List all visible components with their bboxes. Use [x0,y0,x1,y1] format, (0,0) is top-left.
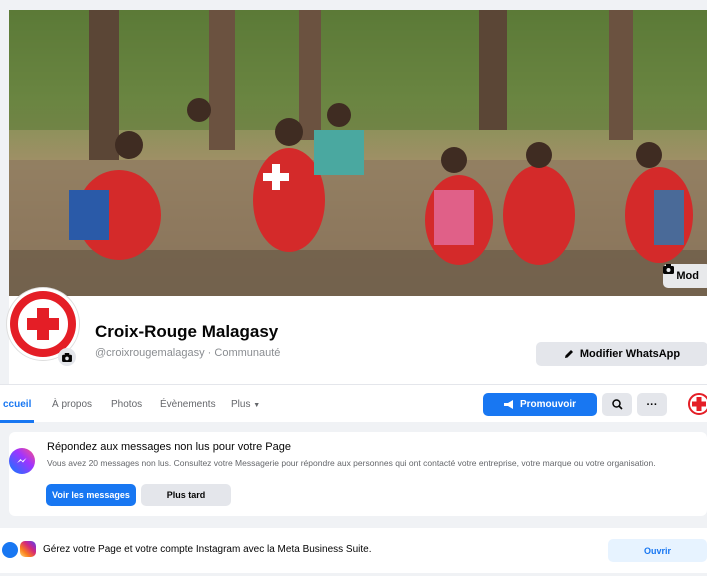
cover-photo: Mod [9,10,707,296]
facebook-icon [2,542,18,558]
search-icon [611,399,623,410]
tab-more[interactable]: Plus ▼ [231,399,260,410]
pencil-icon [564,350,573,358]
edit-cover-label: Mod [676,270,699,282]
profile-header: Croix-Rouge Malagasy @croixrougemalagasy… [7,288,707,384]
chevron-down-icon: ▼ [253,402,261,409]
whatsapp-label: Modifier WhatsApp [579,348,681,360]
more-options-button[interactable]: ··· [637,393,667,416]
tab-events[interactable]: Évènements [160,399,216,410]
megaphone-icon [503,400,513,409]
page-handle: @croixrougemalagasy · Communauté [95,347,281,359]
open-button[interactable]: Ouvrir [608,539,707,562]
cover-scene [9,10,707,296]
messenger-icon [9,448,35,474]
view-messages-button[interactable]: Voir les messages [46,484,136,506]
active-tab-indicator [0,420,34,423]
tab-accueil[interactable]: ccueil [3,399,31,410]
meta-business-text: Gérez votre Page et votre compte Instagr… [43,544,372,555]
unread-messages-card: Répondez aux messages non lus pour votre… [9,432,707,516]
switch-profile-avatar[interactable] [688,393,707,415]
message-card-title: Répondez aux messages non lus pour votre… [47,441,291,453]
message-card-body: Vous avez 20 messages non lus. Consultez… [47,458,656,468]
page-tabs: ccueil À propos Photos Évènements Plus ▼… [0,384,707,423]
page-title: Croix-Rouge Malagasy [95,322,279,341]
red-cross-logo [692,397,706,411]
more-dots-icon: ··· [646,398,658,411]
avatar-camera-button[interactable] [58,348,76,366]
tab-more-label: Plus [231,399,251,410]
instagram-icon [20,541,36,557]
later-button[interactable]: Plus tard [141,484,231,506]
edit-cover-button[interactable]: Mod [663,264,707,288]
tab-photos[interactable]: Photos [111,399,142,410]
edit-whatsapp-button[interactable]: Modifier WhatsApp [536,342,707,366]
promote-button[interactable]: Promouvoir [483,393,597,416]
search-button[interactable] [602,393,632,416]
meta-business-card: Gérez votre Page et votre compte Instagr… [0,528,707,573]
tab-about[interactable]: À propos [52,399,92,410]
promote-label: Promouvoir [519,399,577,410]
camera-icon [62,352,72,362]
